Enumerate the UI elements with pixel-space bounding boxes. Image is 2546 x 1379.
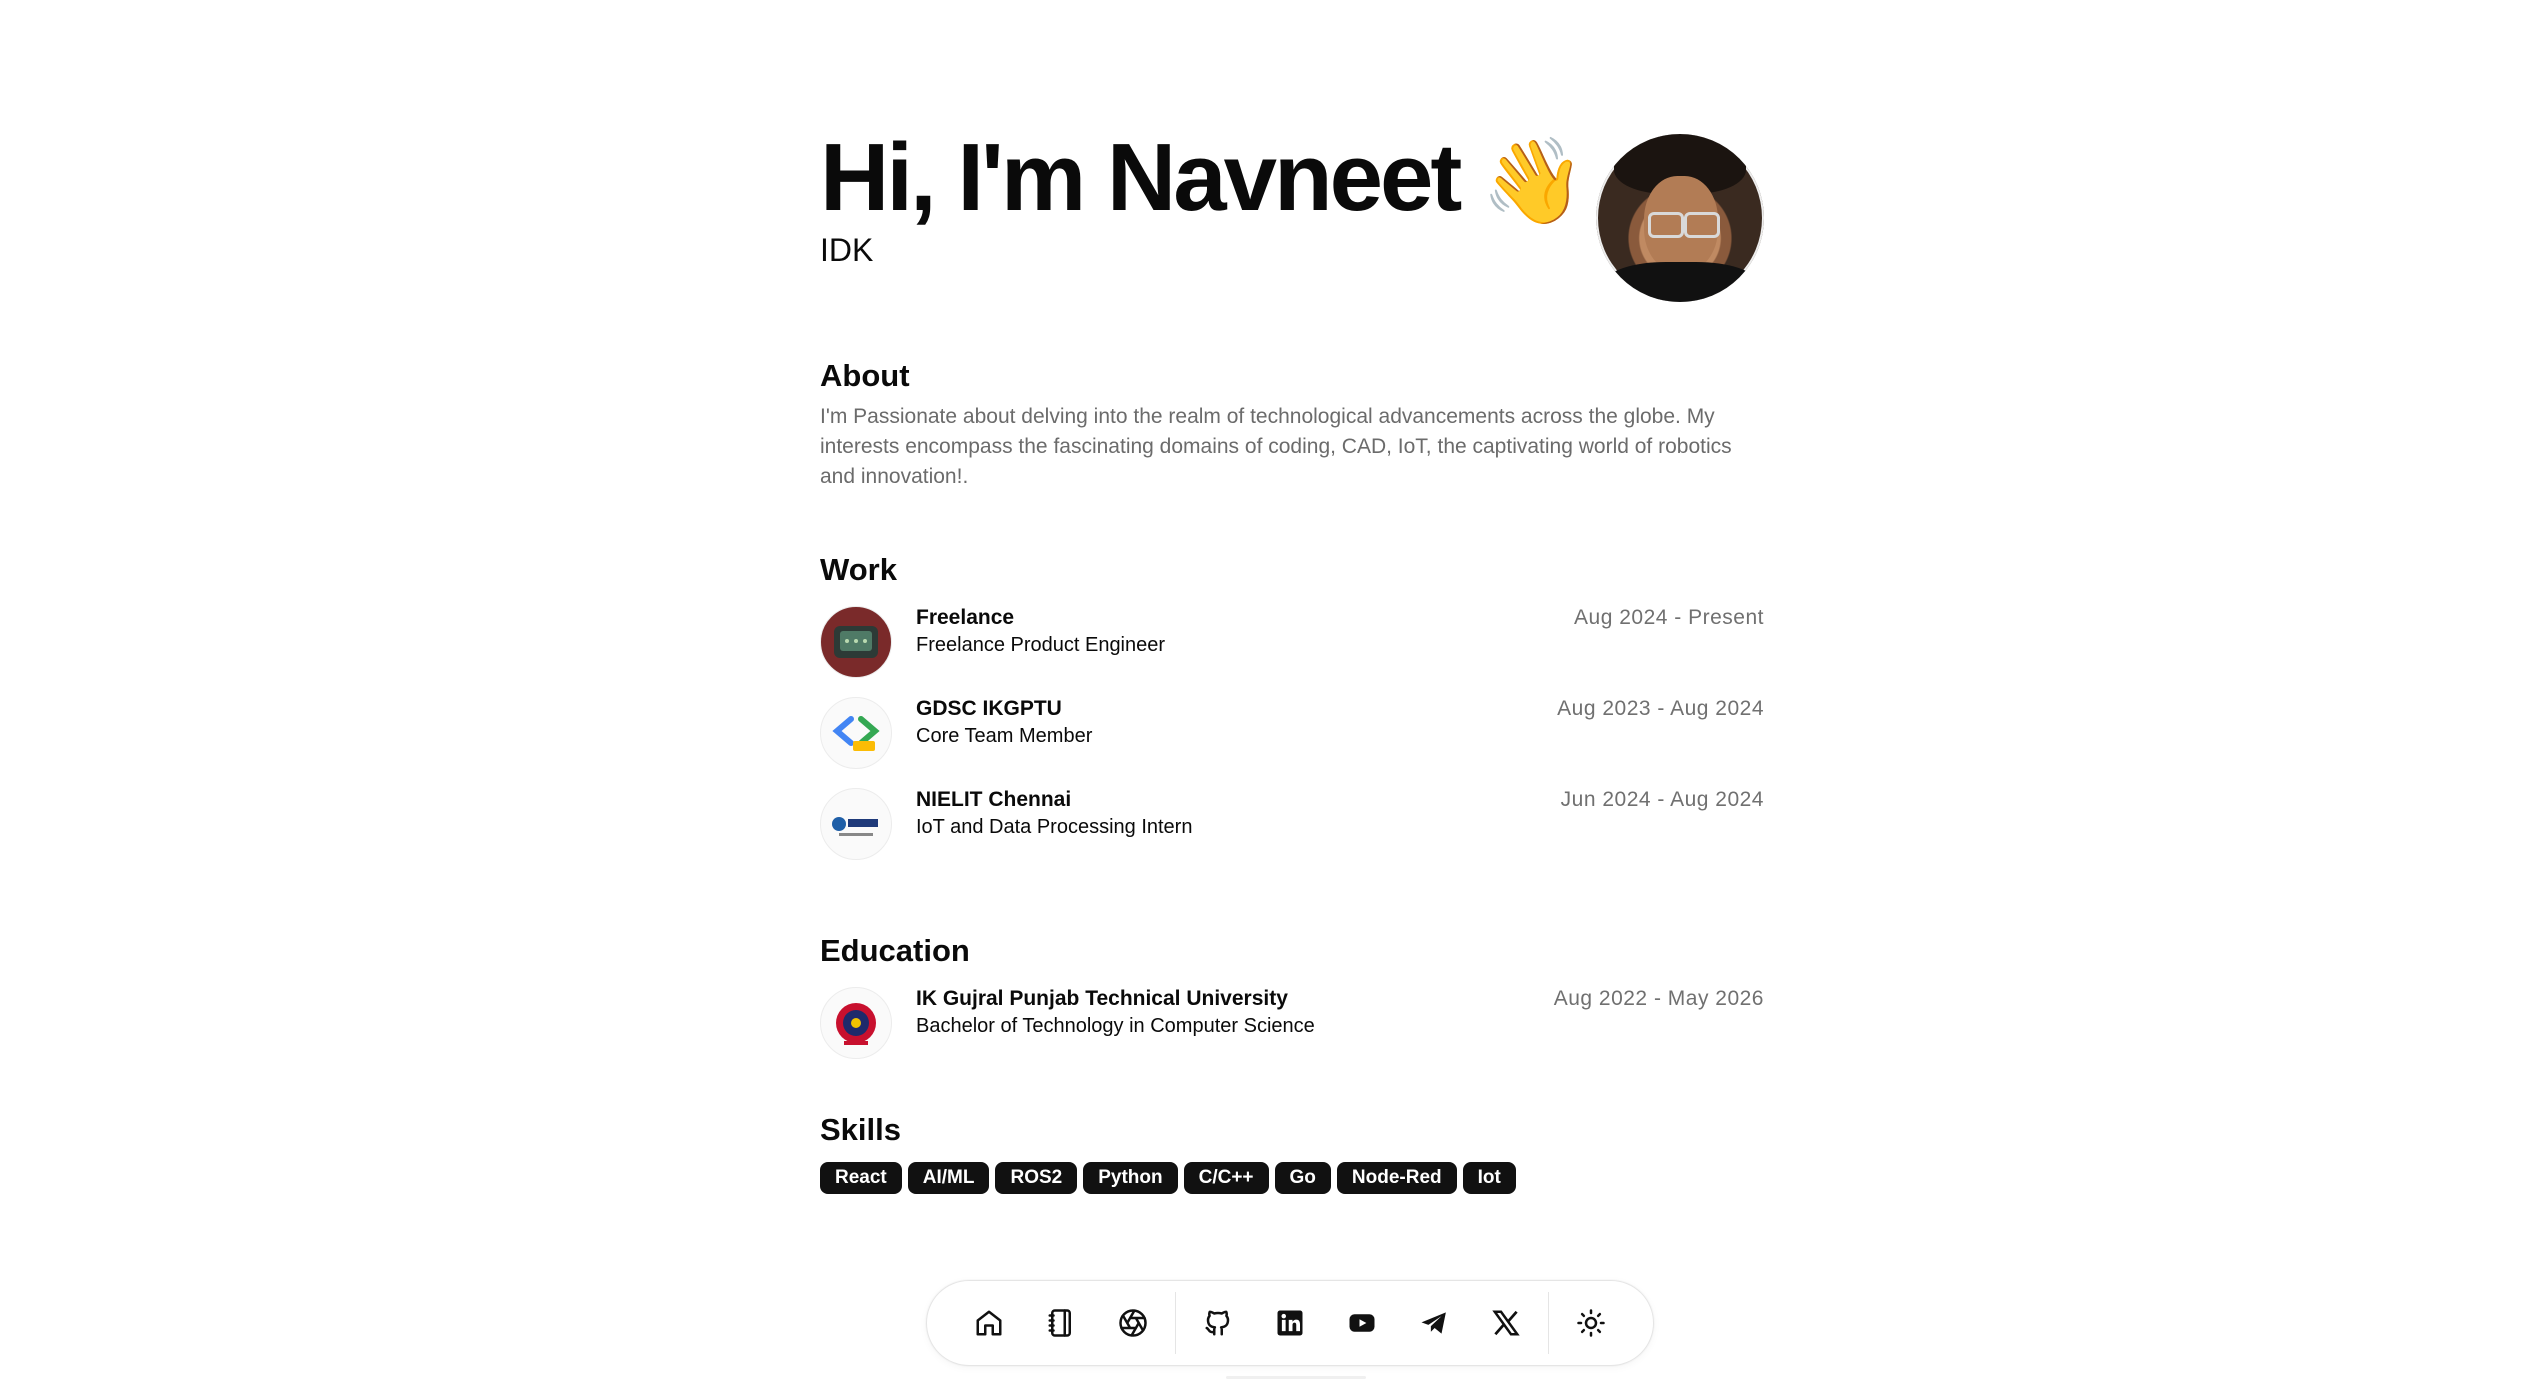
about-section: About I'm Passionate about delving into … xyxy=(820,356,1764,492)
telegram-icon xyxy=(1421,1312,1446,1334)
linkedin-button[interactable] xyxy=(1260,1293,1320,1353)
x-icon xyxy=(1492,1310,1520,1336)
skill-chip: ROS2 xyxy=(995,1162,1078,1194)
home-button[interactable] xyxy=(959,1293,1019,1353)
skill-chip: Go xyxy=(1274,1162,1331,1194)
github-icon xyxy=(1205,1310,1230,1336)
aperture-button[interactable] xyxy=(1103,1293,1163,1353)
work-company: GDSC IKGPTU xyxy=(916,697,1062,720)
youtube-button[interactable] xyxy=(1332,1293,1392,1353)
work-company: Freelance xyxy=(916,606,1015,629)
work-role: Freelance Product Engineer xyxy=(916,634,1166,656)
skills-section: Skills React AI/ML ROS2 Python C/C++ Go … xyxy=(820,1110,1764,1194)
gdsc-logo xyxy=(820,697,892,769)
freelance-logo xyxy=(820,606,892,678)
work-heading: Work xyxy=(820,552,897,587)
work-dates: Aug 2024 - Present xyxy=(1574,606,1764,629)
skill-chip: Iot xyxy=(1462,1162,1516,1194)
skill-chip: Python xyxy=(1083,1162,1178,1194)
x-button[interactable] xyxy=(1476,1293,1536,1353)
education-school: IK Gujral Punjab Technical University xyxy=(916,987,1288,1010)
portfolio-page: Hi, I'm Navneet 👋 IDK About I'm Passionat… xyxy=(820,128,1764,1194)
home-icon xyxy=(976,1310,1002,1336)
work-section: Work Freelance Freelance Product Enginee… xyxy=(820,550,1764,877)
about-text: I'm Passionate about delving into the re… xyxy=(820,405,1732,488)
dock-divider xyxy=(1175,1292,1176,1354)
aperture-icon xyxy=(1119,1309,1147,1337)
linkedin-icon xyxy=(1277,1310,1303,1336)
hero: Hi, I'm Navneet 👋 IDK xyxy=(820,128,1764,328)
skills-list: React AI/ML ROS2 Python C/C++ Go Node-Re… xyxy=(820,1162,1764,1194)
work-dates: Aug 2023 - Aug 2024 xyxy=(1557,697,1764,720)
university-logo xyxy=(820,987,892,1059)
education-heading: Education xyxy=(820,933,970,968)
work-role: Core Team Member xyxy=(916,725,1093,747)
education-degree: Bachelor of Technology in Computer Scien… xyxy=(916,1015,1315,1037)
theme-toggle-button[interactable] xyxy=(1561,1293,1621,1353)
sun-icon xyxy=(1577,1309,1605,1337)
waving-hand-icon: 👋 xyxy=(1481,134,1586,228)
nielit-logo xyxy=(820,788,892,860)
work-role: IoT and Data Processing Intern xyxy=(916,816,1193,838)
education-item-ikgptu[interactable]: IK Gujral Punjab Technical University Ba… xyxy=(820,985,1764,1076)
hero-subtitle: IDK xyxy=(820,232,874,268)
skill-chip: AI/ML xyxy=(907,1162,990,1194)
hero-title-text: Hi, I'm Navneet xyxy=(820,124,1462,231)
skills-heading: Skills xyxy=(820,1112,901,1147)
github-button[interactable] xyxy=(1188,1293,1248,1353)
skill-chip: Node-Red xyxy=(1336,1162,1457,1194)
youtube-icon xyxy=(1349,1314,1375,1332)
skill-chip: React xyxy=(820,1162,902,1194)
dock-divider xyxy=(1548,1292,1549,1354)
work-item-freelance[interactable]: Freelance Freelance Product Engineer Aug… xyxy=(820,604,1764,695)
telegram-button[interactable] xyxy=(1404,1293,1464,1353)
page-title: Hi, I'm Navneet 👋 xyxy=(820,128,1586,231)
education-dates: Aug 2022 - May 2026 xyxy=(1553,987,1764,1010)
work-company: NIELIT Chennai xyxy=(916,788,1072,811)
work-item-gdsc[interactable]: GDSC IKGPTU Core Team Member Aug 2023 - … xyxy=(820,695,1764,786)
notebook-button[interactable] xyxy=(1031,1293,1091,1353)
work-dates: Jun 2024 - Aug 2024 xyxy=(1560,788,1764,811)
education-section: Education IK Gujral Punjab Technical Uni… xyxy=(820,931,1764,1076)
bottom-dock xyxy=(926,1280,1654,1366)
skill-chip: C/C++ xyxy=(1183,1162,1269,1194)
avatar xyxy=(1596,134,1764,302)
work-item-nielit[interactable]: NIELIT Chennai IoT and Data Processing I… xyxy=(820,786,1764,877)
about-heading: About xyxy=(820,358,910,393)
notebook-icon xyxy=(1048,1309,1071,1337)
